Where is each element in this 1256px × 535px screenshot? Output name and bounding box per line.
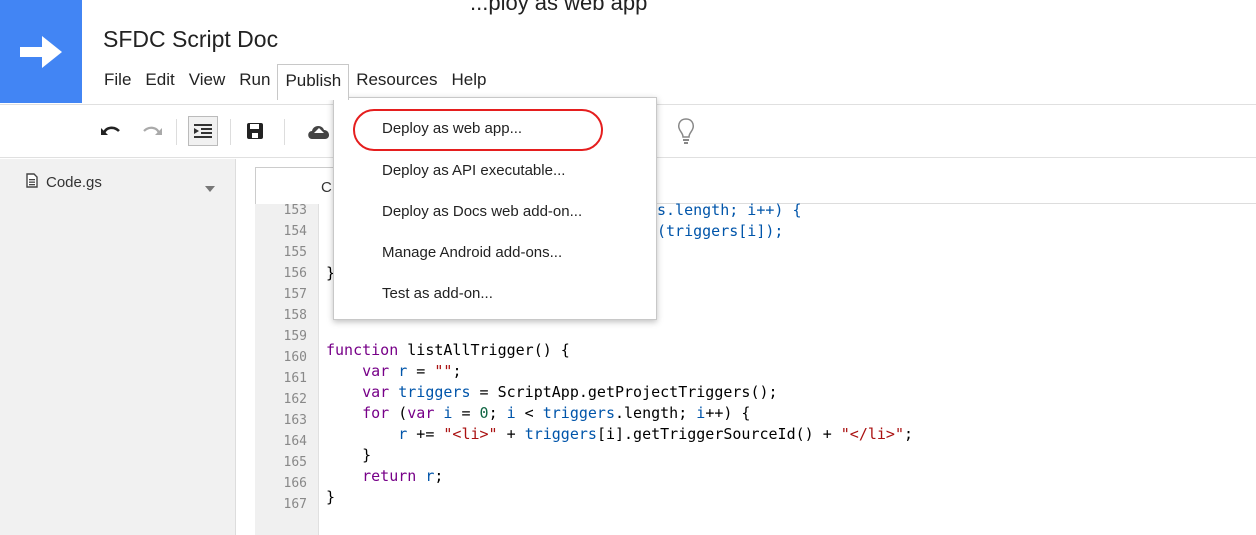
menu-resources[interactable]: Resources xyxy=(349,64,444,96)
undo-icon[interactable] xyxy=(99,116,123,146)
line-number: 165 xyxy=(283,455,307,470)
code-line-159: function listAllTrigger() { xyxy=(326,341,570,359)
line-number-gutter: 153 154 155 156 157 158 159 160 161 162 … xyxy=(255,203,319,535)
save-icon[interactable] xyxy=(243,116,267,146)
code-line-153: s.length; i++) { xyxy=(657,201,802,219)
menu-view[interactable]: View xyxy=(182,64,233,96)
document-title[interactable]: SFDC Script Doc xyxy=(103,26,278,53)
toolbar-divider xyxy=(176,119,177,145)
lightbulb-icon[interactable] xyxy=(672,116,700,146)
code-line-165: return r; xyxy=(362,467,444,485)
cloud-upload-icon[interactable] xyxy=(305,116,333,146)
file-sidebar: Code.gs xyxy=(0,159,236,535)
code-line-154: (triggers[i]); xyxy=(657,222,784,240)
menu-run[interactable]: Run xyxy=(232,64,277,96)
menu-item-deploy-docs-addon[interactable]: Deploy as Docs web add-on... xyxy=(382,203,582,220)
line-number: 158 xyxy=(283,308,307,323)
toolbar-divider xyxy=(230,119,231,145)
line-number: 159 xyxy=(283,329,307,344)
line-number: 157 xyxy=(283,287,307,302)
line-number: 154 xyxy=(283,224,307,239)
menu-publish[interactable]: Publish xyxy=(277,63,350,100)
menu-file[interactable]: File xyxy=(97,64,138,96)
app-logo[interactable] xyxy=(0,0,82,103)
menu-edit[interactable]: Edit xyxy=(138,64,181,96)
menu-bar: File Edit View Run Publish Resources Hel… xyxy=(97,62,493,100)
chevron-down-icon[interactable] xyxy=(205,179,215,197)
document-icon xyxy=(26,173,38,192)
line-number: 155 xyxy=(283,245,307,260)
code-line-162: for (var i = 0; i < triggers.length; i++… xyxy=(362,404,751,422)
code-line-163: r += "<li>" + triggers[i].getTriggerSour… xyxy=(398,425,914,443)
line-number: 153 xyxy=(283,203,307,218)
menu-item-deploy-api-executable[interactable]: Deploy as API executable... xyxy=(382,162,565,179)
toolbar-divider xyxy=(284,119,285,145)
menu-item-test-as-addon[interactable]: Test as add-on... xyxy=(382,285,493,302)
line-number: 163 xyxy=(283,413,307,428)
arrow-right-icon xyxy=(20,35,62,68)
code-line-161: var triggers = ScriptApp.getProjectTrigg… xyxy=(362,383,778,401)
line-number: 161 xyxy=(283,371,307,386)
highlight-annotation xyxy=(353,109,603,151)
code-line-164: } xyxy=(362,446,372,464)
cropped-caption: ...ploy as web app xyxy=(470,0,648,15)
indent-icon[interactable] xyxy=(188,116,218,146)
file-name: Code.gs xyxy=(46,174,102,191)
file-item-code-gs[interactable]: Code.gs xyxy=(26,173,102,192)
menu-item-manage-android-addons[interactable]: Manage Android add-ons... xyxy=(382,244,562,261)
line-number: 162 xyxy=(283,392,307,407)
code-line-160: var r = ""; xyxy=(362,362,462,380)
code-line-166: } xyxy=(326,488,336,506)
line-number: 164 xyxy=(283,434,307,449)
line-number: 160 xyxy=(283,350,307,365)
line-number: 166 xyxy=(283,476,307,491)
menu-help[interactable]: Help xyxy=(444,64,493,96)
line-number: 167 xyxy=(283,497,307,512)
line-number: 156 xyxy=(283,266,307,281)
redo-icon[interactable] xyxy=(140,116,164,146)
